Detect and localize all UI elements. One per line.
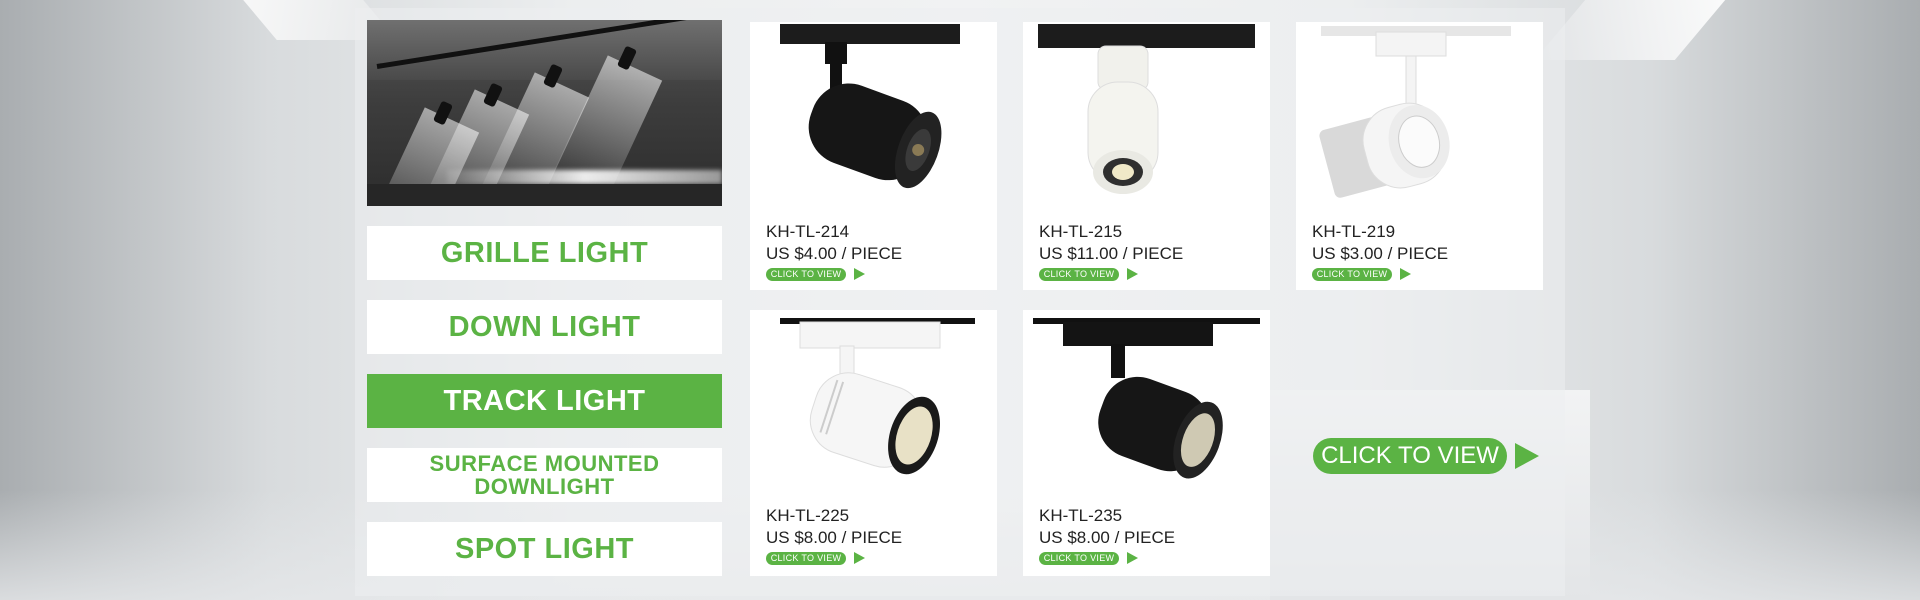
track-light-white-image	[1319, 26, 1511, 198]
track-light-white-image	[780, 318, 975, 475]
play-arrow-icon	[1127, 268, 1138, 280]
product-price: US $3.00 / PIECE	[1312, 244, 1449, 263]
product-card-kh-tl-214[interactable]: KH-TL-214 US $4.00 / PIECE CLICK TO VIEW	[750, 22, 997, 290]
category-label: DOWN LIGHT	[448, 310, 641, 343]
track-light-hero-image	[367, 20, 722, 206]
category-label: TRACK LIGHT	[443, 384, 646, 417]
category-label: SPOT LIGHT	[455, 532, 634, 565]
category-label: SURFACE MOUNTED DOWNLIGHT	[430, 452, 660, 498]
category-label: GRILLE LIGHT	[440, 236, 649, 269]
product-code: KH-TL-219	[1312, 222, 1396, 241]
product-price: US $4.00 / PIECE	[766, 244, 903, 263]
product-code: KH-TL-215	[1039, 222, 1123, 241]
click-to-view-button[interactable]: CLICK TO VIEW	[766, 552, 846, 565]
product-code: KH-TL-235	[1039, 506, 1123, 525]
click-to-view-button[interactable]: CLICK TO VIEW	[1039, 552, 1119, 565]
track-light-white-image	[1038, 24, 1255, 194]
product-code: KH-TL-225	[766, 506, 850, 525]
category-track-light[interactable]: TRACK LIGHT	[367, 374, 722, 428]
product-card-kh-tl-225[interactable]: KH-TL-225 US $8.00 / PIECE CLICK TO VIEW	[750, 310, 997, 576]
product-price: US $11.00 / PIECE	[1039, 244, 1184, 263]
cta-label: CLICK TO VIEW	[1313, 438, 1507, 474]
category-surface-mounted-downlight[interactable]: SURFACE MOUNTED DOWNLIGHT	[367, 448, 722, 502]
play-arrow-icon	[1400, 268, 1411, 280]
category-label-line1: SURFACE MOUNTED	[429, 451, 660, 476]
category-down-light[interactable]: DOWN LIGHT	[367, 300, 722, 354]
click-to-view-button[interactable]: CLICK TO VIEW	[1312, 268, 1392, 281]
track-light-black-image	[1033, 318, 1260, 479]
product-card-kh-tl-215[interactable]: KH-TL-215 US $11.00 / PIECE CLICK TO VIE…	[1023, 22, 1270, 290]
product-card-kh-tl-235[interactable]: KH-TL-235 US $8.00 / PIECE CLICK TO VIEW	[1023, 310, 1270, 576]
play-arrow-icon	[1127, 552, 1138, 564]
track-light-black-image	[780, 24, 960, 189]
product-price: US $8.00 / PIECE	[766, 528, 903, 547]
play-arrow-icon	[854, 552, 865, 564]
category-spot-light[interactable]: SPOT LIGHT	[367, 522, 722, 576]
click-to-view-button[interactable]: CLICK TO VIEW	[766, 268, 846, 281]
play-arrow-icon	[854, 268, 865, 280]
click-to-view-button[interactable]: CLICK TO VIEW	[1039, 268, 1119, 281]
play-arrow-icon	[1515, 443, 1539, 469]
category-label-line2: DOWNLIGHT	[474, 474, 615, 499]
product-price: US $8.00 / PIECE	[1039, 528, 1176, 547]
click-to-view-cta[interactable]: CLICK TO VIEW	[1313, 438, 1541, 474]
product-code: KH-TL-214	[766, 222, 850, 241]
category-grille-light[interactable]: GRILLE LIGHT	[367, 226, 722, 280]
product-card-kh-tl-219[interactable]: KH-TL-219 US $3.00 / PIECE CLICK TO VIEW	[1296, 22, 1543, 290]
